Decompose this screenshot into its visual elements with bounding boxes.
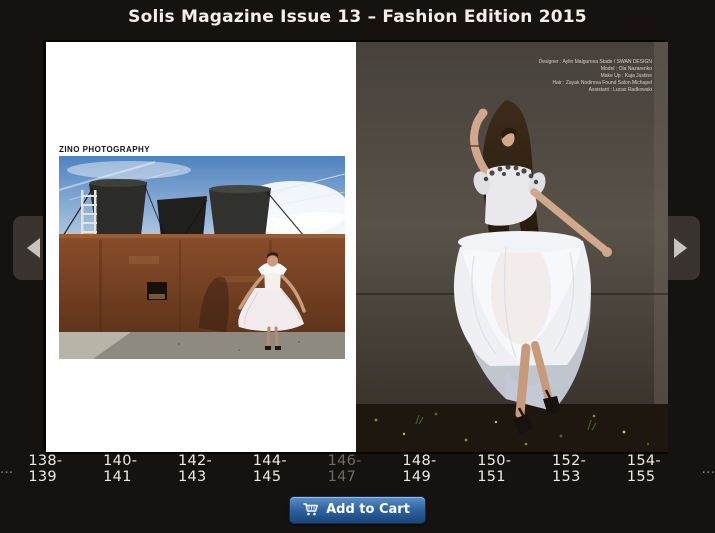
pagination-ellipsis-left: ... <box>0 462 13 477</box>
page-navigation: ... 138-139 140-141 142-143 144-145 146-… <box>0 458 715 480</box>
page-link-138-139[interactable]: 138-139 <box>28 453 88 485</box>
page-title: Solis Magazine Issue 13 – Fashion Editio… <box>0 7 715 27</box>
page-link-148-149[interactable]: 148-149 <box>402 453 462 485</box>
add-to-cart-label: Add to Cart <box>326 502 410 517</box>
magazine-left-page: ZINO PHOTOGRAPHY <box>46 42 356 452</box>
photographer-credit: ZINO PHOTOGRAPHY <box>59 145 150 154</box>
magazine-right-page: Designer : Aylin Malgurova Stade / SWAN … <box>356 42 668 452</box>
magazine-spread: ZINO PHOTOGRAPHY <box>46 42 668 452</box>
pagination-ellipsis-right: ... <box>702 462 715 477</box>
page-link-152-153[interactable]: 152-153 <box>552 453 612 485</box>
page-link-140-141[interactable]: 140-141 <box>103 453 163 485</box>
editorial-credits: Designer : Aylin Malgurova Stade / SWAN … <box>539 59 652 94</box>
credit-line: Make Up : Kaja Justine <box>539 73 652 80</box>
right-page-photo <box>356 42 668 452</box>
page-link-142-143[interactable]: 142-143 <box>178 453 238 485</box>
cart-row: Add to Cart <box>0 496 715 524</box>
left-triangle-icon <box>27 238 40 258</box>
credit-line: Assistant : Lucas Radkowski <box>539 87 652 94</box>
page-link-146-147-current[interactable]: 146-147 <box>328 453 388 485</box>
page-link-150-151[interactable]: 150-151 <box>477 453 537 485</box>
right-triangle-icon <box>674 238 687 258</box>
credit-line: Designer : Aylin Malgurova Stade / SWAN … <box>539 59 652 66</box>
shopping-cart-icon <box>303 503 318 516</box>
credit-line: Hair : Zayak Nodirova Found Salon Michap… <box>539 80 652 87</box>
add-to-cart-button[interactable]: Add to Cart <box>289 496 426 524</box>
left-page-photo <box>59 156 345 359</box>
magazine-viewer: Solis Magazine Issue 13 – Fashion Editio… <box>0 0 715 533</box>
credit-line: Model : Ola Nazarenko <box>539 66 652 73</box>
page-link-144-145[interactable]: 144-145 <box>253 453 313 485</box>
page-link-154-155[interactable]: 154-155 <box>627 453 687 485</box>
